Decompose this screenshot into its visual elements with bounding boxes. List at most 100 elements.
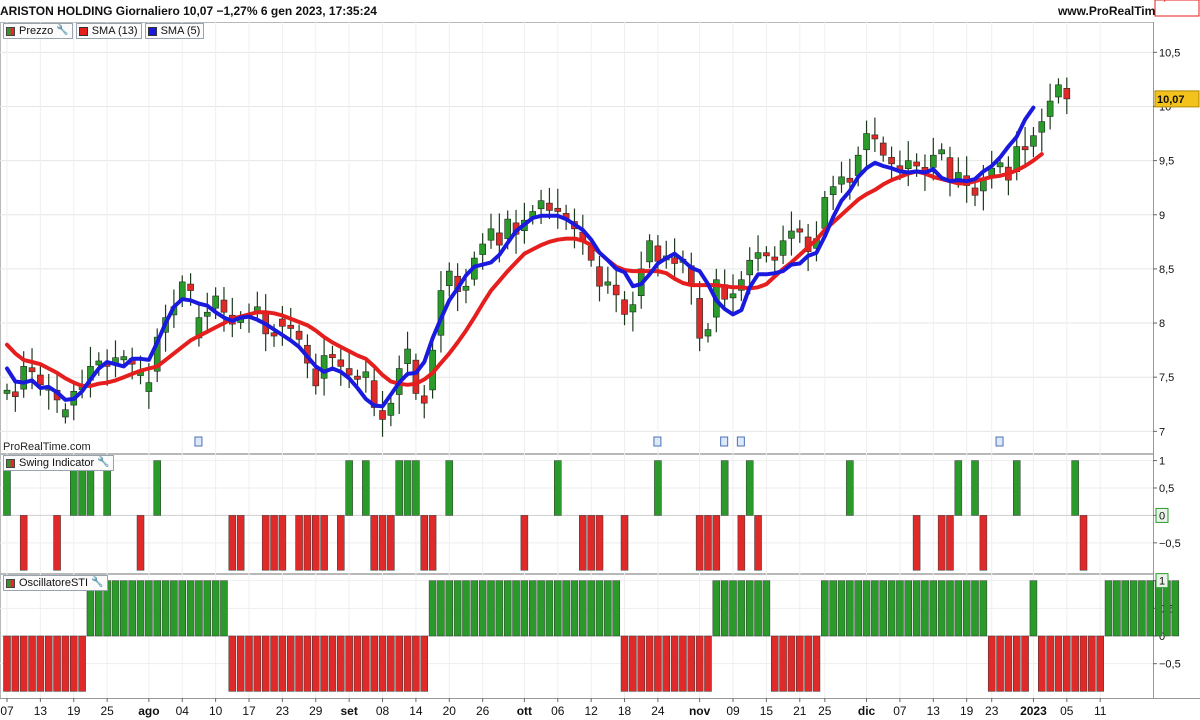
sti-bar — [111, 580, 120, 637]
sti-bar — [887, 580, 896, 637]
sti-bar — [512, 580, 520, 637]
swing-bar — [228, 515, 237, 571]
candle-body — [20, 366, 27, 390]
sti-bar — [1154, 580, 1163, 637]
sti-bar — [821, 580, 829, 637]
candle-body — [913, 161, 920, 167]
legend-sma5[interactable]: SMA (5) — [144, 23, 205, 39]
candle-body — [971, 187, 979, 196]
legend-sma13[interactable]: SMA (13) — [75, 23, 142, 39]
candle-body — [479, 243, 486, 255]
candle-body — [821, 197, 829, 229]
swing-bar — [370, 515, 378, 571]
swing-bar — [395, 460, 403, 516]
swing-bar — [270, 515, 278, 571]
swing-bar — [737, 515, 746, 571]
candle-body — [1046, 100, 1054, 117]
sti-bar — [1163, 580, 1171, 637]
candle-body — [120, 356, 128, 361]
sti-bar — [979, 580, 988, 637]
x-tick-label: set — [340, 704, 357, 718]
x-tick-label: 17 — [242, 704, 256, 718]
sti-bar — [503, 580, 512, 637]
swing-bar — [946, 515, 954, 571]
sti-bar — [428, 580, 437, 637]
sti-bar — [896, 580, 904, 637]
sti-bar — [437, 580, 445, 637]
trading-chart-window: ARISTON HOLDING Giornaliero 10,07 −1,27%… — [0, 0, 1200, 720]
legend-swing[interactable]: Swing Indicator 🔧 — [3, 455, 114, 471]
candle-body — [320, 355, 328, 379]
wrench-icon[interactable]: 🔧 — [91, 576, 103, 590]
sti-bar — [729, 580, 737, 637]
candle-body — [629, 304, 637, 313]
sti-bar — [737, 580, 746, 637]
swing-bar — [971, 460, 979, 516]
sti-bar — [804, 635, 812, 692]
sti-bar — [854, 580, 862, 637]
candle-body — [763, 252, 770, 257]
sti-bar — [1021, 635, 1029, 692]
sti-bar — [954, 580, 963, 637]
candle-body — [28, 367, 36, 373]
swing-tick-label: 0,5 — [1159, 483, 1174, 495]
candle-body — [1063, 88, 1071, 100]
swing-bar — [954, 460, 963, 516]
swing-bar — [428, 515, 437, 571]
sti-bar — [453, 580, 462, 637]
candle-body — [62, 409, 69, 418]
sti-bar — [562, 580, 570, 637]
sti-bar — [395, 635, 403, 692]
candle-body — [496, 232, 503, 246]
sti-bar — [929, 580, 938, 637]
candle-body — [312, 368, 320, 387]
swing-bar — [445, 460, 454, 516]
candle-body — [279, 318, 286, 327]
sti-bar — [537, 580, 545, 637]
price-tick-label: 9 — [1159, 210, 1165, 222]
sti-bar — [1063, 635, 1071, 692]
sti-bar — [295, 635, 303, 692]
sti-bar — [337, 635, 345, 692]
candle-body — [604, 281, 612, 286]
sti-bar — [520, 580, 529, 637]
sti-bar — [1079, 635, 1088, 692]
sti-bar — [270, 635, 278, 692]
sti-bar — [996, 635, 1004, 692]
legend-price[interactable]: Prezzo 🔧 — [3, 23, 73, 39]
candle-body — [621, 299, 628, 315]
wrench-icon[interactable]: 🔧 — [56, 24, 68, 38]
wrench-icon[interactable]: 🔧 — [97, 456, 109, 470]
swing-bar — [704, 515, 712, 571]
sti-bar — [70, 635, 78, 692]
swing-bar — [312, 515, 320, 571]
watermark: ProRealTime.com — [3, 441, 91, 453]
price-tick-label: 8 — [1159, 318, 1165, 330]
chart-canvas[interactable]: 10,5109,598,587,5710,079,98609,606510,50… — [0, 0, 1200, 720]
legend-sti[interactable]: OscillatoreSTI 🔧 — [3, 575, 108, 591]
sti-bar — [28, 635, 36, 692]
swing-tick-label: −0,5 — [1159, 538, 1181, 550]
sti-bar — [328, 635, 337, 692]
swing-bar — [979, 515, 988, 571]
sti-bar — [370, 635, 378, 692]
sti-bar — [19, 635, 28, 692]
sti-bar — [796, 635, 804, 692]
sti-bar — [170, 580, 178, 637]
x-tick-label: 14 — [409, 704, 423, 718]
sti-bar — [587, 580, 595, 637]
price-tick-label: 7 — [1159, 426, 1165, 438]
sti-bar — [403, 635, 412, 692]
sti-bar — [286, 635, 295, 692]
swing-bar — [19, 515, 28, 571]
sti-bar — [1113, 580, 1121, 637]
sti-bar — [120, 580, 128, 637]
x-tick-label: 15 — [760, 704, 774, 718]
candle-body — [946, 157, 954, 182]
sti-bar — [44, 635, 53, 692]
candle-body — [537, 200, 545, 210]
candle-body — [462, 285, 470, 291]
legend-sti-label: OscillatoreSTI — [19, 577, 89, 589]
candle-body — [379, 410, 386, 420]
sti-bar — [211, 580, 220, 637]
